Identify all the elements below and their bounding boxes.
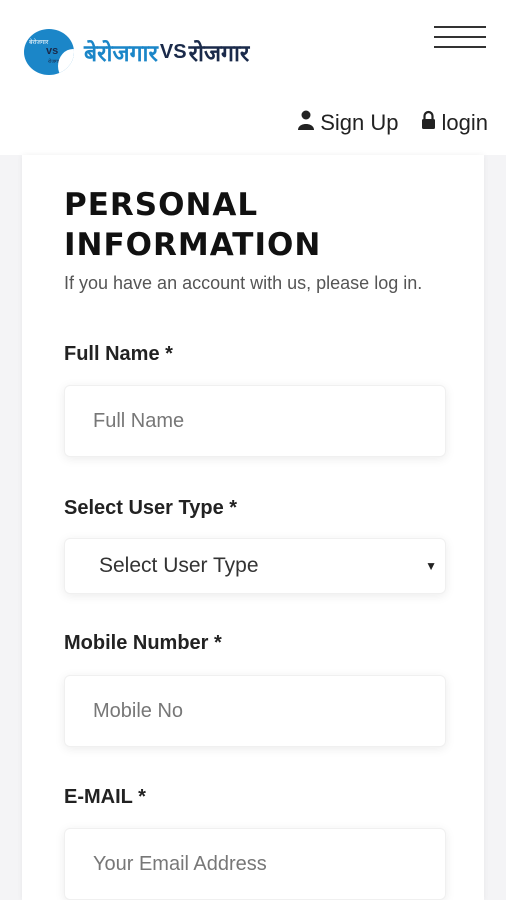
login-link[interactable]: login (421, 110, 488, 136)
logo-emblem-vs-text: vs (46, 45, 59, 57)
user-type-label: Select User Type * (64, 497, 238, 519)
dropdown-caret-icon: ▼ (425, 559, 437, 573)
full-name-label: Full Name * (64, 343, 173, 365)
signup-label: Sign Up (320, 110, 399, 135)
email-label: E-MAIL * (64, 786, 146, 808)
logo-emblem-cutout (58, 49, 74, 75)
logo-word-rojgar: रोजगार (188, 41, 250, 67)
email-input[interactable] (65, 829, 445, 899)
logo-wordmark: बेरोजगार VS रोजगार (84, 36, 249, 68)
user-type-selected-value: Select User Type (99, 554, 259, 577)
mobile-field-wrapper (64, 675, 446, 747)
logo-word-vs: VS (159, 40, 187, 63)
email-field-wrapper (64, 828, 446, 900)
login-label: login (441, 110, 488, 135)
site-logo[interactable]: बेरोजगार vs रोजगार बेरोजगार VS रोजगार (24, 28, 249, 76)
site-header: बेरोजगार vs रोजगार बेरोजगार VS रोजगार Si… (0, 0, 506, 155)
full-name-input[interactable] (65, 386, 445, 456)
user-type-select[interactable]: Select User Type ▼ (64, 538, 446, 594)
mobile-label: Mobile Number * (64, 632, 222, 654)
page-subtitle: If you have an account with us, please l… (64, 273, 423, 293)
hamburger-line-middle (434, 36, 486, 38)
page-title: PERSONAL INFORMATION (64, 187, 322, 263)
registration-card: PERSONAL INFORMATION If you have an acco… (22, 155, 484, 900)
full-name-field-wrapper (64, 385, 446, 457)
auth-links: Sign Up login (276, 110, 488, 136)
lock-icon (421, 110, 436, 136)
menu-hamburger-icon[interactable] (434, 26, 488, 50)
mobile-input[interactable] (65, 676, 445, 746)
logo-word-berojgar: बेरोजगार (84, 41, 158, 67)
signup-link[interactable]: Sign Up (298, 110, 399, 136)
user-icon (298, 110, 315, 136)
hamburger-line-bottom (434, 46, 486, 48)
hamburger-line-top (434, 26, 486, 28)
logo-emblem: बेरोजगार vs रोजगार (24, 29, 74, 75)
